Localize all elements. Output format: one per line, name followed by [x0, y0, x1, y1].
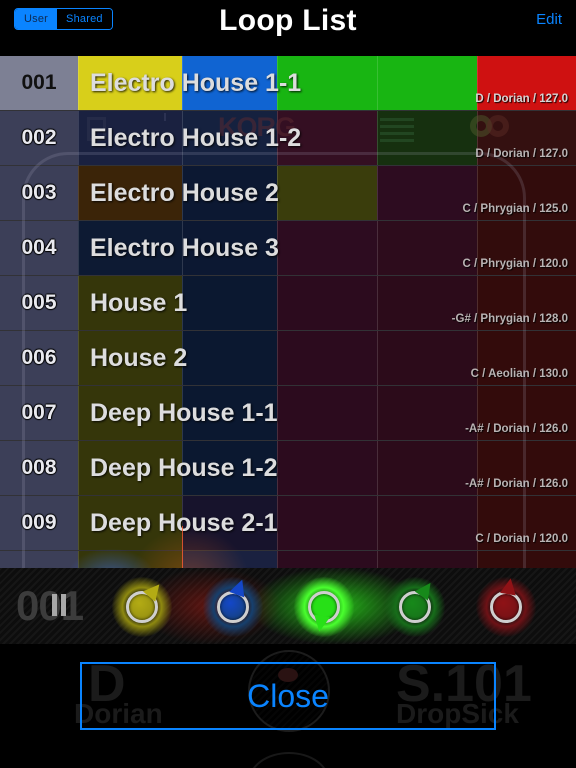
- row-title: Electro House 1-1: [90, 68, 302, 97]
- color-band: [277, 331, 377, 385]
- table-row[interactable]: KORG 002 Electro House 1-2 D / Dorian / 127…: [0, 111, 576, 166]
- close-button[interactable]: Close: [80, 662, 496, 730]
- row-title: Deep House 2-2: [90, 551, 278, 569]
- knob-4[interactable]: [383, 577, 447, 637]
- color-band: [377, 386, 477, 440]
- color-band: [277, 221, 377, 275]
- row-title: Electro House 3: [90, 233, 279, 262]
- row-number: 006: [21, 346, 57, 369]
- knob-pointer: [500, 577, 519, 596]
- transport-bar: 001: [0, 568, 576, 644]
- row-number: 004: [21, 236, 57, 259]
- row-title: House 1: [90, 288, 188, 317]
- table-row[interactable]: 006 House 2 C / Aeolian / 130.0: [0, 331, 576, 386]
- row-meta: C / Phrygian / 120.0: [462, 258, 568, 270]
- loop-list-screen: User Shared Loop List Edit 001 Electro Ho…: [0, 0, 576, 768]
- pause-icon[interactable]: [52, 594, 66, 616]
- row-meta: -A# / Dorian / 126.0: [465, 478, 568, 490]
- row-title: House 2: [90, 343, 188, 372]
- row-meta: D / Dorian / 127.0: [475, 148, 568, 160]
- table-row[interactable]: 008 Deep House 1-2 -A# / Dorian / 126.0: [0, 441, 576, 496]
- color-band: [182, 276, 277, 330]
- row-number: 003: [21, 181, 57, 204]
- color-band: [277, 276, 377, 330]
- color-band: [182, 331, 277, 385]
- row-number: 009: [21, 511, 57, 534]
- knob-5[interactable]: [474, 577, 538, 637]
- color-band: [377, 331, 477, 385]
- row-number: 010: [0, 551, 78, 568]
- table-row[interactable]: 007 Deep House 1-1 -A# / Dorian / 126.0: [0, 386, 576, 441]
- row-color-bands: [0, 551, 576, 568]
- row-title: Deep House 1-2: [90, 453, 278, 482]
- row-meta: C / Phrygian / 125.0: [462, 203, 568, 215]
- row-meta: C / Dorian / 120.0: [475, 533, 568, 545]
- color-band: [277, 386, 377, 440]
- row-number: 007: [21, 401, 57, 424]
- color-band: [277, 441, 377, 495]
- knob-3[interactable]: [292, 577, 356, 637]
- row-meta: D / Dorian / 127.0: [475, 93, 568, 105]
- loop-counter: 001: [16, 582, 84, 629]
- knob-pointer: [311, 614, 330, 633]
- knob-ring: [490, 591, 522, 623]
- table-row[interactable]: 009 Deep House 2-1 C / Dorian / 120.0: [0, 496, 576, 551]
- color-band: [377, 551, 477, 568]
- navigation-bar: User Shared Loop List Edit: [0, 0, 576, 56]
- color-band: [277, 166, 377, 220]
- color-band: [377, 56, 477, 110]
- row-number: 001: [21, 71, 57, 94]
- row-title: Electro House 1-2: [90, 123, 302, 152]
- row-number: 002: [21, 126, 57, 149]
- color-band: [277, 551, 377, 568]
- row-title: Deep House 2-1: [90, 508, 278, 537]
- color-band: [377, 496, 477, 550]
- table-row[interactable]: 003 Electro House 2 C / Phrygian / 125.0: [0, 166, 576, 221]
- table-row[interactable]: 010 Deep House 2-2: [0, 551, 576, 568]
- row-number: 008: [21, 456, 57, 479]
- color-band: [377, 111, 477, 165]
- row-number: 005: [21, 291, 57, 314]
- row-meta: C / Aeolian / 130.0: [470, 368, 568, 380]
- table-row[interactable]: 001 Electro House 1-1 D / Dorian / 127.0: [0, 56, 576, 111]
- table-row[interactable]: 005 House 1 -G# / Phrygian / 128.0: [0, 276, 576, 331]
- color-band: [277, 496, 377, 550]
- row-title: Electro House 2: [90, 178, 279, 207]
- crosshair-line: [182, 526, 183, 568]
- row-title: Deep House 1-1: [90, 398, 278, 427]
- knob-2[interactable]: [201, 576, 265, 637]
- loop-list[interactable]: 001 Electro House 1-1 D / Dorian / 127.0 KO…: [0, 56, 576, 568]
- row-meta: -G# / Phrygian / 128.0: [451, 313, 568, 325]
- edit-button[interactable]: Edit: [536, 11, 562, 28]
- color-band: [477, 551, 576, 568]
- page-title: Loop List: [219, 4, 357, 37]
- color-band: [377, 441, 477, 495]
- table-row[interactable]: 004 Electro House 3 C / Phrygian / 120.0: [0, 221, 576, 276]
- row-meta: -A# / Dorian / 126.0: [465, 423, 568, 435]
- knob-1[interactable]: [110, 577, 174, 637]
